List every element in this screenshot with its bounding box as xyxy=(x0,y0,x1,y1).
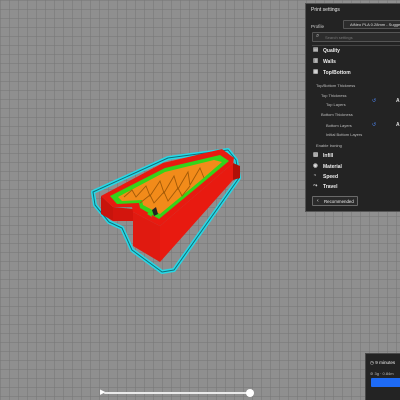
print-material: ⊘ 3g · 0.84m xyxy=(370,371,394,376)
category-speed[interactable]: ◔ Speed xyxy=(310,173,400,182)
spool-icon: ⊘ xyxy=(370,371,374,376)
setting-top-layers: Top Layers xyxy=(326,102,346,107)
setting-top-thickness: Top Thickness xyxy=(321,93,347,98)
chevron-left-icon: ‹ xyxy=(317,198,319,204)
travel-icon: ⤳ xyxy=(313,183,318,189)
print-time: ◷ 9 minutes xyxy=(370,360,395,366)
setting-bottom-thickness: Bottom Thickness xyxy=(321,112,353,117)
search-settings-input[interactable]: ⌕ Search settings xyxy=(312,32,400,42)
speed-icon: ◔ xyxy=(313,173,317,179)
quality-icon: ▤ xyxy=(313,47,319,53)
infill-icon: ▧ xyxy=(313,152,319,158)
setting-bottom-layers: Bottom Layers xyxy=(326,123,352,128)
walls-icon: ▥ xyxy=(313,58,319,64)
print-summary-panel: ◷ 9 minutes ⊘ 3g · 0.84m xyxy=(365,353,400,400)
setting-initial-bottom-layers: Initial Bottom Layers xyxy=(326,132,363,137)
bottom-layers-value[interactable]: A xyxy=(396,122,400,128)
reset-top-layers-icon[interactable]: ↺ xyxy=(372,98,376,104)
category-infill[interactable]: ▧ Infill xyxy=(310,152,400,161)
reset-bottom-layers-icon[interactable]: ↺ xyxy=(372,122,376,128)
print-time-value: 9 minutes xyxy=(375,360,396,365)
slider-handle[interactable] xyxy=(246,389,254,397)
slice-button[interactable] xyxy=(371,378,400,387)
category-travel[interactable]: ⤳ Travel xyxy=(310,183,400,192)
slider-track[interactable] xyxy=(104,392,252,394)
print-material-value: 3g · 0.84m xyxy=(374,371,394,376)
top-bottom-icon: ▦ xyxy=(313,69,319,75)
top-layers-value[interactable]: A xyxy=(396,98,400,104)
setting-enable-ironing: Enable Ironing xyxy=(316,143,342,148)
category-material[interactable]: ◉ Material xyxy=(310,163,400,172)
category-walls[interactable]: ▥ Walls xyxy=(310,58,400,67)
category-quality[interactable]: ▤ Quality xyxy=(310,47,400,56)
profile-label: Profile xyxy=(311,24,325,29)
search-placeholder: Search settings xyxy=(325,35,353,40)
category-top-bottom[interactable]: ▦ Top/Bottom xyxy=(310,69,400,78)
divider xyxy=(312,45,400,46)
material-icon: ◉ xyxy=(313,163,318,169)
clock-icon: ◷ xyxy=(370,360,375,365)
search-icon: ⌕ xyxy=(316,33,320,39)
profile-dropdown[interactable]: AtNeo PLA 0.28mm - Suggested xyxy=(343,20,400,29)
setting-top-bottom-thickness: Top/Bottom Thickness xyxy=(316,83,356,88)
recommended-button[interactable]: ‹ Recommended xyxy=(312,196,358,206)
layer-slider[interactable]: ▶ xyxy=(100,388,256,398)
panel-title: Print settings xyxy=(311,7,340,13)
